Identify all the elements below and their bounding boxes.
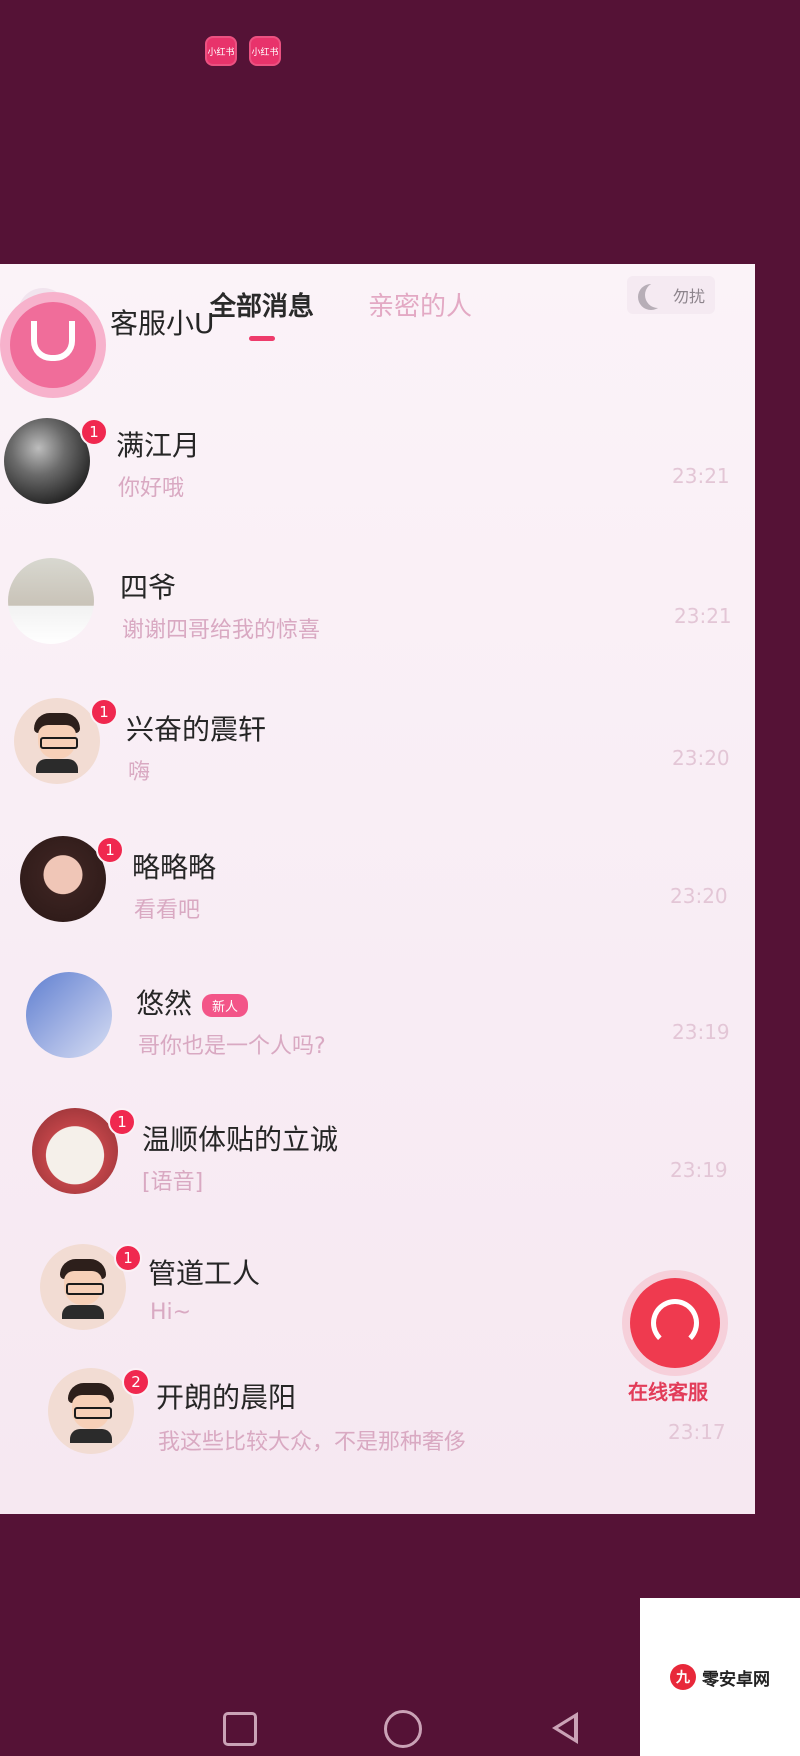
- conversation-row[interactable]: 四爷 谢谢四哥给我的惊喜 23:21: [0, 558, 755, 678]
- contact-name: 开朗的晨阳: [156, 1381, 297, 1414]
- message-preview: Hi~: [150, 1300, 192, 1325]
- watermark: 九 零安卓网: [640, 1598, 800, 1756]
- message-preview: 我这些比较大众，不是那种奢侈: [158, 1430, 467, 1455]
- contact-name: 温顺体贴的立诚: [142, 1123, 339, 1156]
- conversation-row[interactable]: 悠然 新人 哥你也是一个人吗? 23:19: [0, 972, 755, 1092]
- night-scene-avatar: [4, 418, 90, 504]
- conversation-row[interactable]: 1 温顺体贴的立诚 [语音] 23:19: [0, 1108, 755, 1228]
- unread-badge: 1: [80, 418, 108, 446]
- conversation-row[interactable]: 客服小U: [0, 292, 755, 422]
- message-preview: 哥你也是一个人吗?: [138, 1034, 326, 1059]
- conversation-row[interactable]: 1 满江月 你好哦 23:21: [0, 418, 755, 538]
- conversation-row[interactable]: 1 兴奋的震轩 嗨 23:20: [0, 698, 755, 818]
- headset-icon: [651, 1299, 699, 1347]
- contact-name-text: 悠然: [136, 987, 193, 1020]
- contact-name: 兴奋的震轩: [126, 713, 267, 746]
- new-user-badge: 新人: [202, 993, 249, 1017]
- message-preview: 看看吧: [134, 898, 201, 923]
- message-time: 23:17: [668, 1420, 726, 1444]
- message-time: 23:20: [672, 746, 730, 770]
- watermark-logo-icon: 九: [670, 1664, 696, 1690]
- message-preview: 你好哦: [118, 476, 185, 501]
- recents-icon[interactable]: [223, 1712, 257, 1746]
- status-bar-notifications: 小红书 小红书: [205, 36, 281, 66]
- unread-badge: 1: [90, 698, 118, 726]
- unread-badge: 1: [114, 1244, 142, 1272]
- message-time: 23:19: [672, 1020, 730, 1044]
- conversation-row[interactable]: 1 略略略 看看吧 23:20: [0, 836, 755, 956]
- back-icon[interactable]: [552, 1712, 578, 1744]
- message-time: 23:19: [670, 1158, 728, 1182]
- message-time: 23:21: [672, 464, 730, 488]
- message-preview: 谢谢四哥给我的惊喜: [122, 618, 321, 643]
- watermark-text: 零安卓网: [702, 1669, 770, 1690]
- contact-name: 略略略: [132, 851, 217, 884]
- message-preview: [语音]: [142, 1170, 204, 1195]
- message-time: 23:20: [670, 884, 728, 908]
- message-preview: 嗨: [128, 760, 151, 785]
- girl-avatar: [20, 836, 106, 922]
- unread-badge: 2: [122, 1368, 150, 1396]
- contact-name: 管道工人: [148, 1257, 261, 1290]
- customer-service-label[interactable]: 在线客服: [628, 1376, 708, 1405]
- xiaohongshu-notification-icon: 小红书: [205, 36, 237, 66]
- service-avatar: [0, 292, 106, 398]
- unread-badge: 1: [96, 836, 124, 864]
- dog-avatar: [32, 1108, 118, 1194]
- contact-name: 满江月: [116, 429, 201, 462]
- home-icon[interactable]: [384, 1710, 422, 1748]
- anime-avatar: [26, 972, 112, 1058]
- contact-name: 悠然 新人: [136, 982, 249, 1022]
- customer-service-button[interactable]: [630, 1278, 720, 1368]
- contact-name: 客服小U: [110, 307, 215, 340]
- cartoon-man-avatar: [14, 698, 100, 784]
- man-photo-avatar: [8, 558, 94, 644]
- contact-name: 四爷: [120, 571, 177, 604]
- unread-badge: 1: [108, 1108, 136, 1136]
- xiaohongshu-notification-icon: 小红书: [249, 36, 281, 66]
- message-time: 23:21: [674, 604, 732, 628]
